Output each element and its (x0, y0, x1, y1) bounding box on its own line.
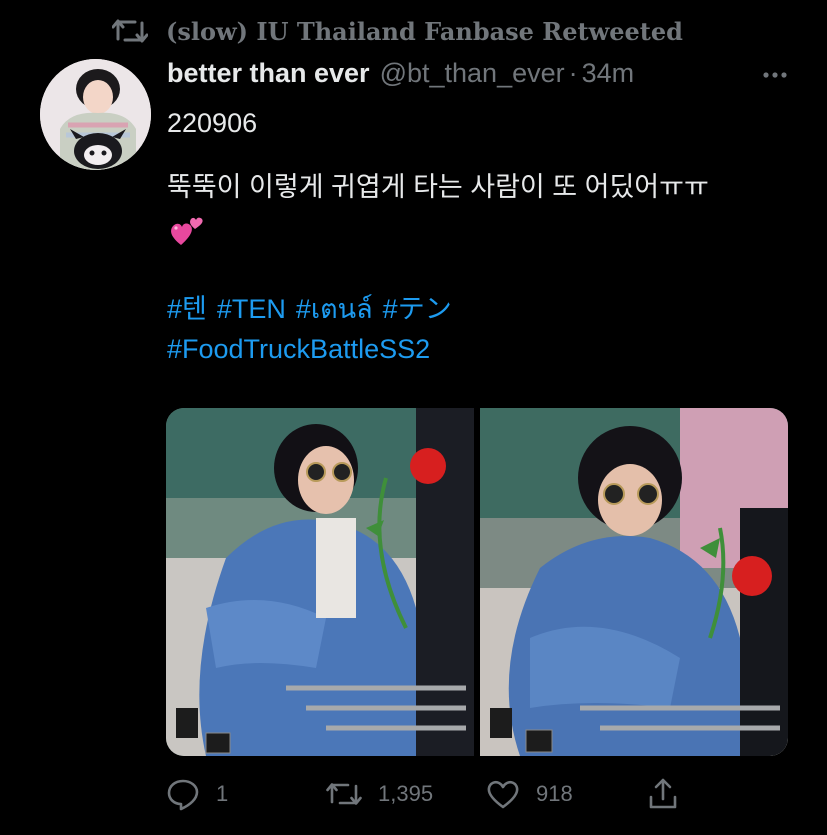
like-count: 918 (536, 781, 573, 806)
reply-button[interactable]: 1 (166, 776, 228, 812)
tweet-date-line: 220906 (167, 108, 258, 138)
heart-icon (487, 780, 519, 809)
author-handle[interactable]: @bt_than_ever (380, 58, 565, 89)
hashtag-link[interactable]: #FoodTruckBattleSS2 (167, 334, 430, 364)
avatar[interactable] (40, 59, 151, 170)
separator-dot: · (568, 58, 578, 88)
emoji-line (167, 207, 797, 247)
retweet-count: 1,395 (378, 781, 434, 806)
photo-image (480, 408, 788, 756)
hashtag-row-2: #FoodTruckBattleSS2 (167, 329, 797, 369)
two-hearts-emoji-icon (167, 213, 207, 251)
tweet-text: 220906 뚝뚝이 이렇게 귀엽게 타는 사람이 또 어딨어ㅠㅠ #텐 #TEN… (167, 103, 797, 369)
hashtag-link[interactable]: #テン (383, 294, 452, 324)
tweet-header: better than ever @bt_than_ever · 34m (167, 58, 634, 94)
author-display-name[interactable]: better than ever (167, 58, 370, 89)
retweeted-by-context[interactable]: (slow) IU Thailand Fanbase Retweeted (111, 14, 683, 48)
hashtag-link[interactable]: #TEN (217, 294, 286, 324)
photo-image (166, 408, 474, 756)
tweet-timestamp[interactable]: 34m (582, 58, 635, 89)
avatar-image (40, 59, 151, 170)
tweet-media-grid (166, 408, 788, 756)
retweeted-by-text[interactable]: (slow) IU Thailand Fanbase Retweeted (166, 17, 683, 46)
media-photo-2[interactable] (480, 408, 788, 756)
hashtag-row-1: #텐 #TEN #เตนล์ #テン (167, 289, 797, 329)
hashtag-link[interactable]: #เตนล์ (296, 294, 373, 324)
reply-count: 1 (216, 781, 229, 806)
more-options-button[interactable] (760, 60, 790, 90)
media-photo-1[interactable] (166, 408, 474, 756)
retweet-icon (111, 15, 149, 47)
retweet-button[interactable]: 1,395 (326, 776, 433, 812)
like-button[interactable]: 918 (486, 776, 573, 812)
reply-icon (167, 779, 199, 811)
share-button[interactable] (648, 776, 694, 812)
share-icon (649, 778, 677, 809)
ellipsis-icon (763, 72, 787, 78)
retweet-icon (326, 783, 362, 805)
tweet-korean-line: 뚝뚝이 이렇게 귀엽게 타는 사람이 또 어딨어ㅠㅠ (167, 172, 709, 202)
tweet-actions: 1 1,395 918 (166, 776, 696, 812)
hashtag-link[interactable]: #텐 (167, 294, 207, 324)
